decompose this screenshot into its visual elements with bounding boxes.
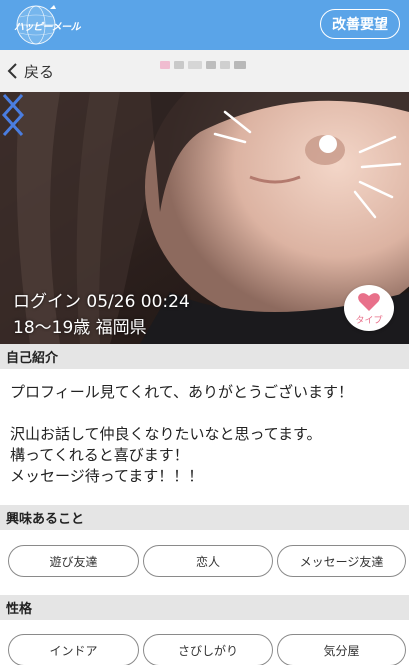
section-header-interests: 興味あること [0,505,409,530]
section-header-personality: 性格 [0,595,409,620]
like-type-button[interactable]: タイプ [344,285,394,331]
intro-line: プロフィール見てくれて、ありがとうございます！ [10,383,354,401]
back-chevron-icon [7,63,17,79]
interest-tag: 遊び友達 [8,545,139,577]
heart-icon [358,293,380,311]
improvement-request-button[interactable]: 改善要望 [320,9,400,39]
last-login-text: ログイン 05/26 00:24 [13,292,190,312]
age-location-text: 18～19歳 福岡県 [13,318,147,338]
interest-tag: メッセージ友達 [277,545,406,577]
personality-tag: インドア [8,634,139,665]
back-button[interactable]: 戻る [6,60,54,82]
app-header: ハッピーメール 改善要望 [0,0,409,50]
like-label: タイプ [355,316,383,326]
section-header-intro: 自己紹介 [0,344,409,369]
arrow-right-icon[interactable] [0,92,26,138]
intro-line [10,403,405,424]
logo-text: ハッピーメール [14,22,81,33]
interest-tag: 恋人 [143,545,273,577]
personality-tag: 気分屋 [277,634,406,665]
back-label: 戻る [24,62,55,81]
personality-tag: さびしがり [143,634,273,665]
navigation-bar: 戻る [0,50,409,92]
intro-text: プロフィール見てくれて、ありがとうございます！ 沢山お話して仲良くなりたいなと思… [10,382,405,487]
intro-line: 沢山お話して仲良くなりたいなと思ってます。 [10,425,322,443]
intro-line: メッセージ待ってます！！！ [10,467,204,485]
intro-line: 構ってくれると喜びます！ [10,446,189,464]
username-blurred [160,61,246,69]
